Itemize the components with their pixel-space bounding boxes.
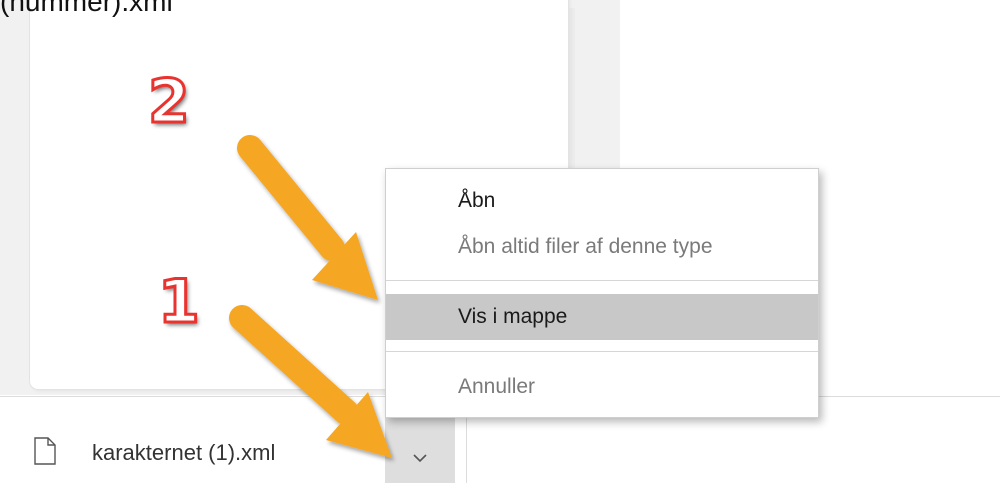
download-context-menu: Åbn Åbn altid filer af denne type Vis i … bbox=[385, 168, 819, 418]
screenshot-stage: (nummer).xml 2 1 karakternet (1).xml Åbn… bbox=[0, 0, 1000, 483]
download-file-name[interactable]: karakternet (1).xml bbox=[92, 440, 275, 466]
menu-item-open[interactable]: Åbn bbox=[386, 185, 818, 217]
menu-item-cancel[interactable]: Annuller bbox=[386, 371, 818, 403]
chevron-down-icon bbox=[413, 454, 427, 463]
menu-item-always-open[interactable]: Åbn altid filer af denne type bbox=[386, 231, 818, 263]
menu-separator bbox=[386, 280, 818, 281]
download-menu-button[interactable] bbox=[385, 407, 455, 483]
annotation-number-1: 1 bbox=[157, 267, 202, 337]
annotation-number-2: 2 bbox=[147, 67, 192, 137]
menu-item-show-in-folder[interactable]: Vis i mappe bbox=[386, 294, 818, 340]
document-icon bbox=[34, 437, 56, 465]
menu-separator bbox=[386, 351, 818, 352]
top-filename-fragment: (nummer).xml bbox=[0, 0, 173, 17]
